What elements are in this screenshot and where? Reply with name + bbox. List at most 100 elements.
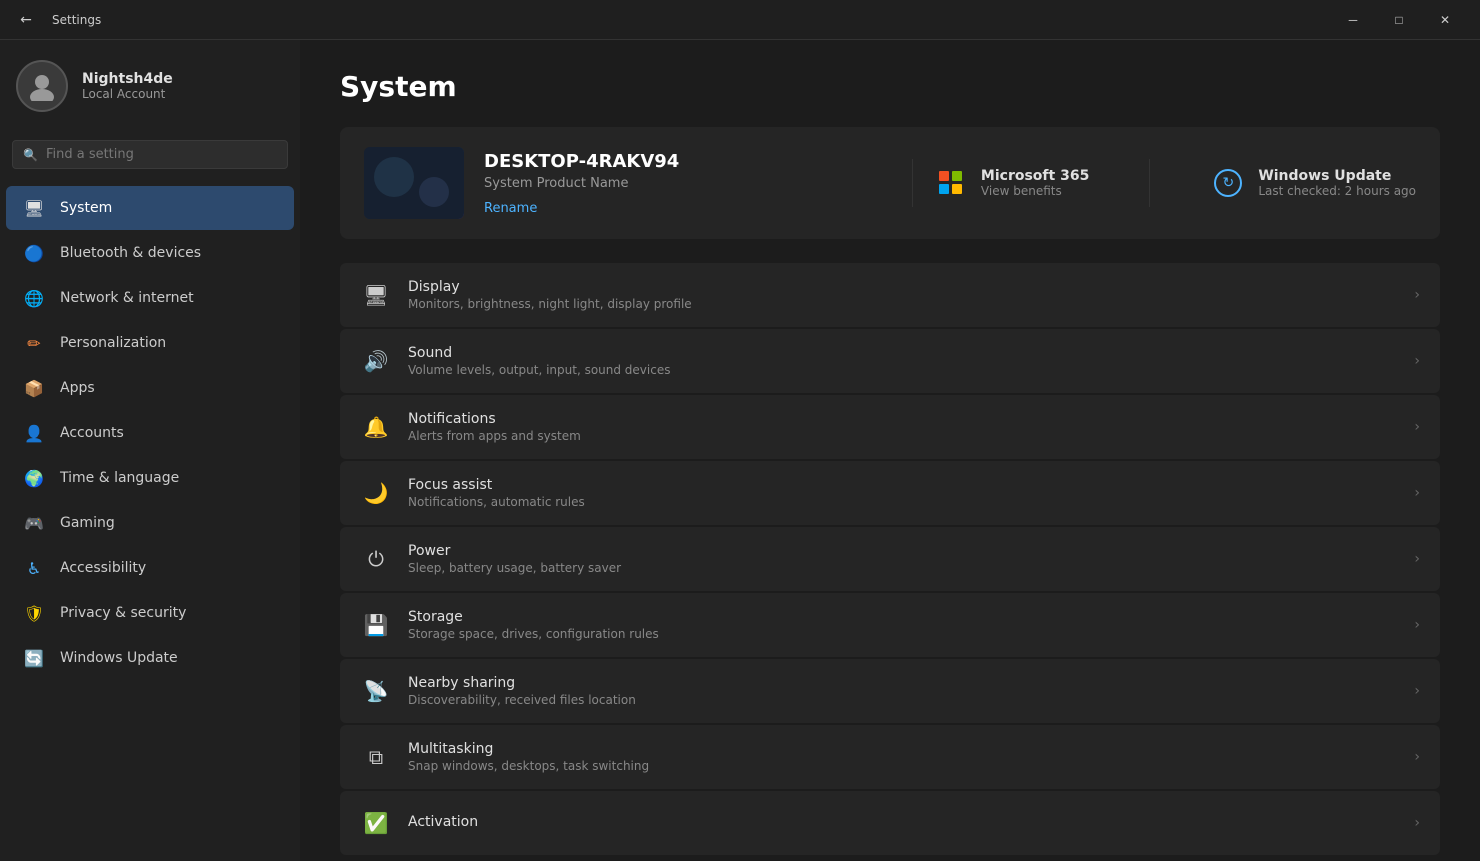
settings-item-notifications[interactable]: 🔔 Notifications Alerts from apps and sys…	[340, 395, 1440, 459]
product-name: System Product Name	[484, 176, 892, 191]
chevron-icon-storage: ›	[1414, 617, 1420, 633]
sidebar-item-privacy[interactable]: 🛡 Privacy & security	[6, 591, 294, 635]
chevron-icon-multitasking: ›	[1414, 749, 1420, 765]
settings-desc-focus: Notifications, automatic rules	[408, 495, 1398, 509]
titlebar-left: ← Settings	[12, 6, 101, 34]
back-button[interactable]: ←	[12, 6, 40, 34]
sidebar-nav: 🖥 System 🔵 Bluetooth & devices 🌐 Network…	[0, 185, 300, 681]
settings-item-storage[interactable]: 💾 Storage Storage space, drives, configu…	[340, 593, 1440, 657]
page-title: System	[340, 70, 1440, 103]
settings-text-display: Display Monitors, brightness, night ligh…	[408, 279, 1398, 311]
settings-icon-focus: 🌙	[360, 477, 392, 509]
settings-title-display: Display	[408, 279, 1398, 295]
settings-icon-display: 🖥	[360, 279, 392, 311]
user-name: Nightsh4de	[82, 71, 173, 87]
maximize-button[interactable]: □	[1376, 4, 1422, 36]
settings-text-storage: Storage Storage space, drives, configura…	[408, 609, 1398, 641]
computer-name: DESKTOP-4RAKV94	[484, 151, 892, 172]
settings-desc-nearby: Discoverability, received files location	[408, 693, 1398, 707]
ms365-item[interactable]: Microsoft 365 View benefits	[933, 159, 1089, 207]
sidebar: Nightsh4de Local Account 🔍 🖥 System 🔵 Bl…	[0, 40, 300, 861]
settings-item-display[interactable]: 🖥 Display Monitors, brightness, night li…	[340, 263, 1440, 327]
settings-item-activation[interactable]: ✅ Activation ›	[340, 791, 1440, 855]
system-image	[364, 147, 464, 219]
settings-desc-notifications: Alerts from apps and system	[408, 429, 1398, 443]
settings-title-sound: Sound	[408, 345, 1398, 361]
settings-item-multitasking[interactable]: ⧉ Multitasking Snap windows, desktops, t…	[340, 725, 1440, 789]
windows-update-item[interactable]: ↻ Windows Update Last checked: 2 hours a…	[1210, 159, 1416, 207]
window-controls: ─ □ ✕	[1330, 4, 1468, 36]
divider	[912, 159, 913, 207]
settings-icon-storage: 💾	[360, 609, 392, 641]
nav-icon-network: 🌐	[22, 286, 46, 310]
avatar	[16, 60, 68, 112]
settings-list: 🖥 Display Monitors, brightness, night li…	[340, 263, 1440, 855]
user-profile[interactable]: Nightsh4de Local Account	[0, 40, 300, 132]
system-details: DESKTOP-4RAKV94 System Product Name Rena…	[484, 151, 892, 216]
user-type: Local Account	[82, 87, 173, 101]
nav-label-accessibility: Accessibility	[60, 560, 146, 576]
nav-label-apps: Apps	[60, 380, 95, 396]
nav-icon-system: 🖥	[22, 196, 46, 220]
nav-label-accounts: Accounts	[60, 425, 124, 441]
settings-item-power[interactable]: ⏻ Power Sleep, battery usage, battery sa…	[340, 527, 1440, 591]
system-banner: DESKTOP-4RAKV94 System Product Name Rena…	[340, 127, 1440, 239]
settings-desc-display: Monitors, brightness, night light, displ…	[408, 297, 1398, 311]
ms365-subtitle: View benefits	[981, 184, 1089, 198]
search-input[interactable]	[46, 147, 277, 162]
nav-icon-time: 🌍	[22, 466, 46, 490]
sidebar-item-apps[interactable]: 📦 Apps	[6, 366, 294, 410]
settings-text-multitasking: Multitasking Snap windows, desktops, tas…	[408, 741, 1398, 773]
wu-text: Windows Update Last checked: 2 hours ago	[1258, 168, 1416, 198]
user-info: Nightsh4de Local Account	[82, 71, 173, 101]
titlebar: ← Settings ─ □ ✕	[0, 0, 1480, 40]
settings-icon-notifications: 🔔	[360, 411, 392, 443]
settings-text-notifications: Notifications Alerts from apps and syste…	[408, 411, 1398, 443]
sidebar-item-accessibility[interactable]: ♿ Accessibility	[6, 546, 294, 590]
rename-link[interactable]: Rename	[484, 201, 537, 216]
nav-icon-bluetooth: 🔵	[22, 241, 46, 265]
main-content: System DESKTOP-4RAKV94 System Product Na…	[300, 40, 1480, 861]
settings-icon-power: ⏻	[360, 543, 392, 575]
settings-item-sound[interactable]: 🔊 Sound Volume levels, output, input, so…	[340, 329, 1440, 393]
banner-extras: Microsoft 365 View benefits ↻ Windows Up…	[933, 159, 1416, 207]
app-container: Nightsh4de Local Account 🔍 🖥 System 🔵 Bl…	[0, 40, 1480, 861]
ms365-icon	[933, 165, 969, 201]
minimize-button[interactable]: ─	[1330, 4, 1376, 36]
nav-icon-privacy: 🛡	[22, 601, 46, 625]
settings-title-multitasking: Multitasking	[408, 741, 1398, 757]
settings-text-sound: Sound Volume levels, output, input, soun…	[408, 345, 1398, 377]
sidebar-item-bluetooth[interactable]: 🔵 Bluetooth & devices	[6, 231, 294, 275]
sidebar-item-update[interactable]: 🔄 Windows Update	[6, 636, 294, 680]
ms365-title: Microsoft 365	[981, 168, 1089, 184]
search-box: 🔍	[12, 140, 288, 169]
chevron-icon-nearby: ›	[1414, 683, 1420, 699]
chevron-icon-notifications: ›	[1414, 419, 1420, 435]
sidebar-item-network[interactable]: 🌐 Network & internet	[6, 276, 294, 320]
settings-title-focus: Focus assist	[408, 477, 1398, 493]
sidebar-item-accounts[interactable]: 👤 Accounts	[6, 411, 294, 455]
sidebar-item-personalization[interactable]: ✏ Personalization	[6, 321, 294, 365]
wu-title: Windows Update	[1258, 168, 1416, 184]
nav-label-network: Network & internet	[60, 290, 194, 306]
windows-update-icon: ↻	[1210, 165, 1246, 201]
sidebar-item-gaming[interactable]: 🎮 Gaming	[6, 501, 294, 545]
settings-title-activation: Activation	[408, 814, 1398, 830]
nav-icon-gaming: 🎮	[22, 511, 46, 535]
settings-text-focus: Focus assist Notifications, automatic ru…	[408, 477, 1398, 509]
nav-label-bluetooth: Bluetooth & devices	[60, 245, 201, 261]
settings-icon-sound: 🔊	[360, 345, 392, 377]
settings-desc-sound: Volume levels, output, input, sound devi…	[408, 363, 1398, 377]
settings-text-power: Power Sleep, battery usage, battery save…	[408, 543, 1398, 575]
settings-icon-multitasking: ⧉	[360, 741, 392, 773]
sidebar-item-system[interactable]: 🖥 System	[6, 186, 294, 230]
settings-item-nearby[interactable]: 📡 Nearby sharing Discoverability, receiv…	[340, 659, 1440, 723]
chevron-icon-activation: ›	[1414, 815, 1420, 831]
sidebar-item-time[interactable]: 🌍 Time & language	[6, 456, 294, 500]
search-icon: 🔍	[23, 148, 38, 162]
settings-icon-activation: ✅	[360, 807, 392, 839]
settings-item-focus[interactable]: 🌙 Focus assist Notifications, automatic …	[340, 461, 1440, 525]
close-button[interactable]: ✕	[1422, 4, 1468, 36]
divider2	[1149, 159, 1150, 207]
nav-icon-accounts: 👤	[22, 421, 46, 445]
